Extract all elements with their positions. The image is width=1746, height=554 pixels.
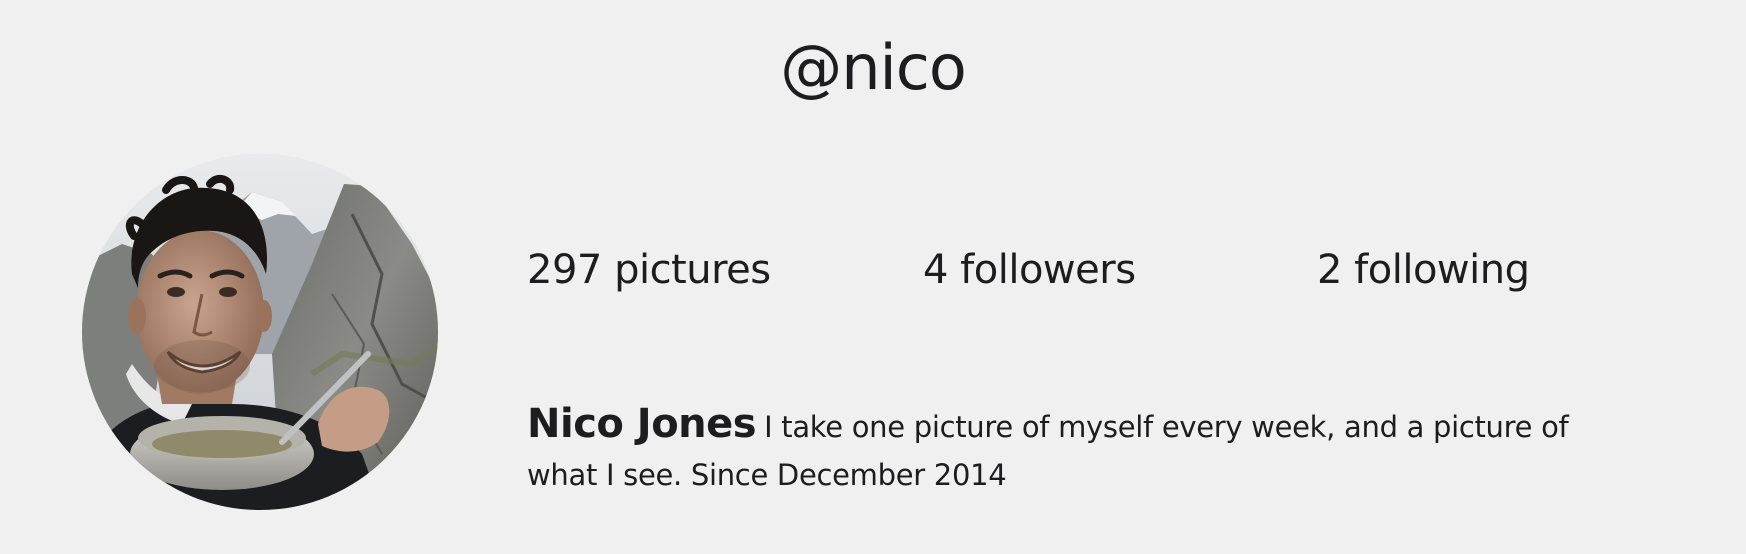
- avatar-photo: [82, 154, 438, 510]
- pictures-count[interactable]: 297 pictures: [527, 242, 771, 298]
- profile-stats: 297 pictures 4 followers 2 following: [527, 242, 1627, 302]
- profile-username: @nico: [780, 31, 967, 104]
- followers-count[interactable]: 4 followers: [923, 242, 1136, 298]
- profile-bio: Nico Jones I take one picture of myself e…: [527, 400, 1607, 499]
- profile-avatar: [82, 154, 438, 510]
- profile-name: Nico Jones: [527, 401, 757, 447]
- following-count[interactable]: 2 following: [1317, 242, 1530, 298]
